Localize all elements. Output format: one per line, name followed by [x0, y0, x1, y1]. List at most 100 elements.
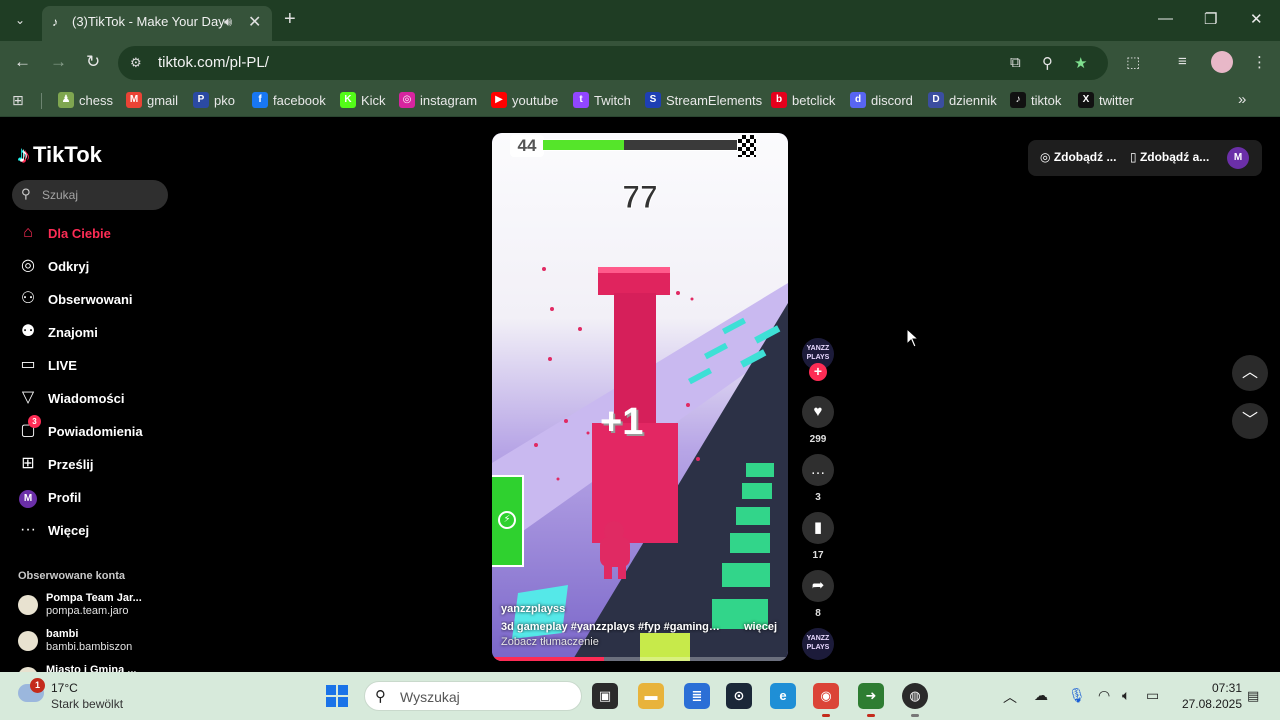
edge-icon[interactable]: e	[770, 683, 796, 709]
sidebar-item-friends[interactable]: ⚉ Znajomi	[18, 319, 178, 345]
install-app-icon[interactable]: ⧉	[1010, 54, 1021, 71]
clock-time[interactable]: 07:31	[1180, 681, 1242, 695]
boost-panel: ⚡︎	[492, 475, 524, 567]
more-description-button[interactable]: więcej	[744, 621, 777, 633]
windows-start-icon[interactable]	[326, 685, 348, 707]
account-handle: bambi.bambiszon	[46, 641, 133, 653]
bookmark-youtube[interactable]: ▶ youtube	[491, 85, 558, 115]
user-avatar[interactable]: M	[1227, 147, 1249, 169]
followed-account[interactable]: bambi bambi.bambiszon	[18, 628, 178, 658]
search-icon: ⚲	[375, 688, 386, 705]
back-arrow-icon[interactable]: ←	[14, 52, 31, 72]
restore-button[interactable]: ❐	[1204, 10, 1217, 28]
following-section-title: Obserwowane konta	[18, 570, 125, 582]
bookmark-tiktok[interactable]: ♪ tiktok	[1010, 85, 1061, 115]
forward-arrow-icon[interactable]: →	[50, 52, 67, 72]
bookmark-icon[interactable]: ▮	[802, 512, 834, 544]
media-control-icon[interactable]: ≡	[1178, 53, 1187, 70]
vpn-tray-icon[interactable]: ☁	[1034, 687, 1048, 704]
video-progress-bar[interactable]	[492, 657, 788, 661]
battery-icon[interactable]: ▭	[1146, 687, 1159, 704]
sidebar-item-compass[interactable]: ◎ Odkryj	[18, 253, 178, 279]
bookmark-pko[interactable]: Ppko	[193, 85, 235, 115]
betclick-icon: b	[771, 92, 787, 108]
zoom-icon[interactable]: ⚲	[1042, 54, 1053, 72]
clock-date[interactable]: 27.08.2025	[1174, 697, 1242, 711]
apps-grid-icon[interactable]: ⊞	[12, 92, 24, 109]
notification-center-icon[interactable]: ▤	[1247, 688, 1259, 704]
chrome-menu-icon[interactable]: ⋮	[1252, 53, 1267, 71]
bookmark-gmail[interactable]: Mgmail	[126, 85, 178, 115]
minimize-button[interactable]: —	[1158, 10, 1173, 27]
sidebar-item-more[interactable]: ··· Więcej	[18, 517, 178, 543]
chrome-icon[interactable]: ◉	[813, 683, 839, 709]
bookmark-label: gmail	[147, 92, 179, 108]
share-arrow-icon[interactable]: ➦	[802, 570, 834, 602]
file-explorer-icon[interactable]: ▬	[638, 683, 664, 709]
discord-icon: d	[850, 92, 866, 108]
reload-icon[interactable]: ↻	[86, 52, 100, 72]
previous-video-chevron-up-icon[interactable]: ︿	[1232, 355, 1268, 391]
bookmark-streamelements[interactable]: S StreamElements	[645, 85, 762, 115]
more-bookmarks-chevron-icon[interactable]: »	[1238, 91, 1246, 108]
video-description[interactable]: 3d gameplay #yanzzplays #fyp #gaming ...	[501, 621, 721, 633]
bookmark-instagram[interactable]: ◎ instagram	[399, 85, 477, 115]
microphone-icon[interactable]: 🎙︎	[1068, 687, 1086, 704]
bookmark-betclick[interactable]: b betclick	[771, 85, 835, 115]
bookmark-dziennik[interactable]: Ddziennik	[928, 85, 997, 115]
get-app-button[interactable]: ▯ Zdobądź a...	[1130, 150, 1209, 164]
share-count: 8	[815, 608, 821, 619]
obs-icon[interactable]: ◍	[902, 683, 928, 709]
bookmark-star-icon[interactable]: ★	[1074, 54, 1087, 72]
bookmark-discord[interactable]: d discord	[850, 85, 913, 115]
music-disc[interactable]: YANZZ PLAYS	[802, 628, 834, 660]
bookmark-chess[interactable]: ♟ chess	[58, 85, 113, 115]
next-video-chevron-down-icon[interactable]: ﹀	[1232, 403, 1268, 439]
weather-condition: Stark bewölkt	[51, 697, 124, 711]
notepad-icon[interactable]: ≣	[684, 683, 710, 709]
sidebar-item-upload[interactable]: ⊞ Prześlij	[18, 451, 178, 477]
site-info-icon[interactable]: ⚙	[130, 55, 142, 71]
followed-account[interactable]: Pompa Team Jar... pompa.team.jaro	[18, 592, 178, 622]
url-text[interactable]: tiktok.com/pl-PL/	[158, 54, 269, 71]
chrome-profile-avatar[interactable]	[1211, 51, 1233, 73]
speaker-icon[interactable]: 🔊︎	[224, 14, 232, 30]
close-window-button[interactable]: ✕	[1250, 10, 1263, 28]
pko-icon: P	[193, 92, 209, 108]
steam-icon[interactable]: ⊙	[726, 683, 752, 709]
like-heart-icon[interactable]: ♥	[802, 396, 834, 428]
tiktok-logo[interactable]: ♪ TikTok	[18, 142, 102, 168]
sidebar-item-following[interactable]: ⚇ Obserwowani	[18, 286, 178, 312]
follow-plus-icon[interactable]: +	[809, 363, 827, 381]
close-tab-icon[interactable]: ✕	[248, 12, 261, 32]
sidebar-item-profile[interactable]: M Profil	[18, 484, 178, 510]
video-author[interactable]: yanzzplayss	[501, 603, 565, 615]
bookmark-facebook[interactable]: f facebook	[252, 85, 326, 115]
address-bar[interactable]: ⚙ tiktok.com/pl-PL/ ⧉ ⚲ ★	[118, 46, 1108, 80]
taskbar-search-input[interactable]	[400, 688, 570, 706]
volume-icon[interactable]: 🔈︎	[1122, 687, 1130, 704]
taskbar-search[interactable]: ⚲	[364, 681, 582, 711]
wifi-icon[interactable]: ◠	[1098, 687, 1110, 704]
new-tab-button[interactable]: +	[284, 9, 296, 29]
bookmark-kick[interactable]: K Kick	[340, 85, 386, 115]
search-box[interactable]: ⚲	[12, 180, 168, 210]
search-input[interactable]	[42, 186, 160, 204]
bookmark-twitch[interactable]: t Twitch	[573, 85, 631, 115]
extensions-icon[interactable]: ⬚	[1126, 53, 1140, 71]
sidebar-item-notifications[interactable]: ▢ 3 Powiadomienia	[18, 415, 178, 444]
tray-overflow-chevron-icon[interactable]: ︿	[1003, 687, 1017, 707]
see-translation-link[interactable]: Zobacz tłumaczenie	[501, 636, 599, 648]
tab-search-icon[interactable]: ⌄	[10, 10, 30, 30]
video-player[interactable]: 44 77 +1 ⚡︎ yanzzplayss 3d gameplay #yan…	[492, 133, 788, 661]
get-coins-button[interactable]: ◎ Zdobądź ...	[1040, 150, 1116, 164]
active-tab[interactable]: ♪ (3)TikTok - Make Your Day 🔊︎ ✕	[42, 6, 272, 41]
sidebar-item-messages[interactable]: ▽ Wiadomości	[18, 385, 178, 411]
launcher-icon[interactable]: ➜	[858, 683, 884, 709]
sidebar-item-label: Dla Ciebie	[48, 225, 111, 241]
task-view-icon[interactable]: ▣	[592, 683, 618, 709]
sidebar-item-home[interactable]: ⌂ Dla Ciebie	[18, 220, 178, 246]
sidebar-item-live[interactable]: ▭ LIVE	[18, 352, 178, 378]
bookmark-twitter[interactable]: Xtwitter	[1078, 85, 1134, 115]
comment-bubble-icon[interactable]: …	[802, 454, 834, 486]
